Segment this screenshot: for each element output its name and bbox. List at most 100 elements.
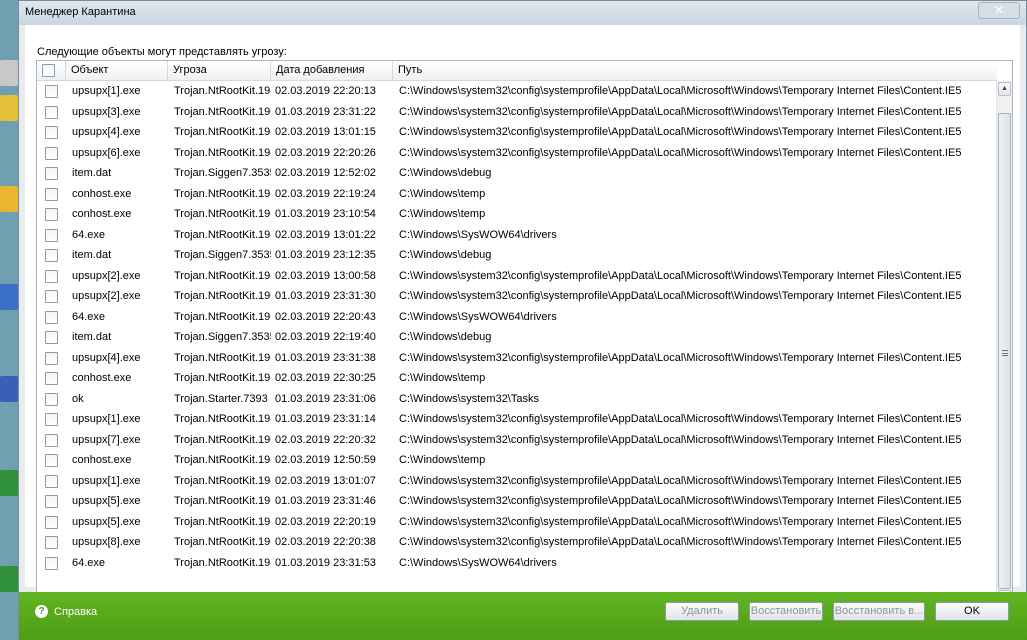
object-cell: upsupx[4].exe xyxy=(72,126,141,138)
row-checkbox[interactable] xyxy=(45,556,58,570)
path-cell: C:\Windows\SysWOW64\drivers xyxy=(399,310,557,323)
row-checkbox[interactable] xyxy=(45,228,58,242)
threat-cell: Trojan.NtRootKit.196 xyxy=(174,146,271,159)
table-row[interactable]: upsupx[7].exe Trojan.NtRootKit.196 02.03.2… xyxy=(37,430,997,451)
table-row[interactable]: conhost.exe Trojan.NtRootKit.196 02.03.201… xyxy=(37,184,997,205)
desktop-icon[interactable] xyxy=(0,470,18,496)
vertical-scrollbar[interactable]: ▲ ▼ xyxy=(996,81,1012,605)
row-checkbox[interactable] xyxy=(45,351,58,365)
row-checkbox[interactable] xyxy=(45,413,58,426)
desktop-icon[interactable] xyxy=(0,60,18,86)
table-row[interactable]: ok Trojan.Starter.7393 01.03.2019 23:31:06… xyxy=(37,389,997,410)
table-row[interactable]: upsupx[2].exe Trojan.NtRootKit.196 02.03.2… xyxy=(37,266,997,287)
threat-cell: Trojan.NtRootKit.196 xyxy=(174,228,271,241)
table-row[interactable]: 64.exe Trojan.NtRootKit.196 01.03.2019 23:… xyxy=(37,553,997,574)
table-row[interactable]: upsupx[5].exe Trojan.NtRootKit.196 01.03.2… xyxy=(37,491,997,512)
desktop-icon[interactable] xyxy=(0,284,18,310)
threat-cell: Trojan.NtRootKit.196 xyxy=(174,290,271,302)
desktop-icon[interactable] xyxy=(0,95,18,121)
row-checkbox-cell xyxy=(45,409,59,430)
table-row[interactable]: upsupx[4].exe Trojan.NtRootKit.196 01.03.2… xyxy=(37,348,997,369)
path-cell: C:\Windows\system32\config\systemprofile… xyxy=(399,515,962,528)
table-row[interactable]: 64.exe Trojan.NtRootKit.196 02.03.2019 13:… xyxy=(37,225,997,246)
threat-cell: Trojan.NtRootKit.196 xyxy=(174,454,271,466)
row-checkbox-cell xyxy=(45,430,59,451)
scroll-up-button[interactable]: ▲ xyxy=(998,82,1011,96)
desktop-icon[interactable] xyxy=(0,566,18,592)
table-row[interactable]: item.dat Trojan.Siggen7.3535 02.03.2019 22… xyxy=(37,327,997,348)
object-cell: upsupx[2].exe xyxy=(72,269,141,282)
threat-cell: Trojan.NtRootKit.196 xyxy=(174,351,271,364)
row-checkbox[interactable] xyxy=(45,331,58,344)
row-checkbox[interactable] xyxy=(45,85,58,98)
desktop-icon[interactable] xyxy=(0,376,18,402)
select-all-checkbox[interactable] xyxy=(42,64,55,77)
path-cell: C:\Windows\system32\config\systemprofile… xyxy=(399,146,962,159)
row-checkbox[interactable] xyxy=(45,495,58,508)
row-checkbox-cell xyxy=(45,143,59,164)
row-checkbox[interactable] xyxy=(45,146,58,160)
row-checkbox[interactable] xyxy=(45,249,58,262)
row-checkbox-cell xyxy=(45,327,59,348)
delete-button[interactable]: Удалить xyxy=(665,602,739,621)
object-cell: 64.exe xyxy=(72,228,106,241)
select-all-header xyxy=(37,61,66,81)
row-checkbox[interactable] xyxy=(45,208,58,221)
desktop-icon[interactable] xyxy=(0,186,18,212)
table-row[interactable]: conhost.exe Trojan.NtRootKit.196 02.03.201… xyxy=(37,450,997,471)
object-cell: upsupx[8].exe xyxy=(72,536,141,548)
path-cell: C:\Windows\temp xyxy=(399,372,486,384)
row-checkbox[interactable] xyxy=(45,474,58,488)
row-checkbox[interactable] xyxy=(45,105,58,119)
row-checkbox[interactable] xyxy=(45,269,58,283)
content-panel: Следующие объекты могут представлять угр… xyxy=(25,25,1020,606)
table-row[interactable]: upsupx[5].exe Trojan.NtRootKit.196 02.03.2… xyxy=(37,512,997,533)
row-checkbox[interactable] xyxy=(45,433,58,447)
table-row[interactable]: upsupx[6].exe Trojan.NtRootKit.196 02.03.2… xyxy=(37,143,997,164)
row-checkbox-cell xyxy=(45,307,59,328)
table-row[interactable]: conhost.exe Trojan.NtRootKit.196 02.03.201… xyxy=(37,368,997,389)
arrow-up-icon: ▲ xyxy=(1001,85,1008,92)
help-link[interactable]: Справка xyxy=(54,606,97,618)
table-row[interactable]: upsupx[1].exe Trojan.NtRootKit.196 02.03.2… xyxy=(37,471,997,492)
path-cell: C:\Windows\temp xyxy=(399,454,486,466)
path-cell: C:\Windows\SysWOW64\drivers xyxy=(399,556,557,569)
row-checkbox[interactable] xyxy=(45,536,58,549)
restore-button[interactable]: Восстановить xyxy=(749,602,823,621)
column-header-path[interactable]: Путь xyxy=(393,61,997,81)
table-row[interactable]: upsupx[4].exe Trojan.NtRootKit.196 02.03.2… xyxy=(37,122,997,143)
column-header-threat[interactable]: Угроза xyxy=(168,61,271,81)
row-checkbox[interactable] xyxy=(45,372,58,385)
row-checkbox[interactable] xyxy=(45,515,58,529)
table-row[interactable]: upsupx[2].exe Trojan.NtRootKit.196 01.03.2… xyxy=(37,286,997,307)
restore-to-button[interactable]: Восстановить в... xyxy=(833,602,925,621)
table-row[interactable]: upsupx[8].exe Trojan.NtRootKit.196 02.03.2… xyxy=(37,532,997,553)
column-header-date-added[interactable]: Дата добавления xyxy=(271,61,393,81)
title-bar[interactable]: Менеджер Карантина ✕ xyxy=(19,1,1026,25)
table-row[interactable]: 64.exe Trojan.NtRootKit.196 02.03.2019 22:… xyxy=(37,307,997,328)
table-row[interactable]: upsupx[1].exe Trojan.NtRootKit.196 01.03.2… xyxy=(37,409,997,430)
desktop-background xyxy=(0,0,20,640)
row-checkbox[interactable] xyxy=(45,392,58,406)
object-cell: upsupx[7].exe xyxy=(72,433,141,446)
row-checkbox[interactable] xyxy=(45,167,58,180)
table-row[interactable]: upsupx[1].exe Trojan.NtRootKit.196 02.03.2… xyxy=(37,81,997,102)
table-row[interactable]: conhost.exe Trojan.NtRootKit.196 01.03.201… xyxy=(37,204,997,225)
threat-cell: Trojan.NtRootKit.196 xyxy=(174,372,271,384)
column-header-object[interactable]: Объект xyxy=(66,61,168,81)
table-row[interactable]: upsupx[3].exe Trojan.NtRootKit.196 01.03.2… xyxy=(37,102,997,123)
row-checkbox[interactable] xyxy=(45,454,58,467)
row-checkbox[interactable] xyxy=(45,126,58,139)
row-checkbox[interactable] xyxy=(45,187,58,201)
row-checkbox[interactable] xyxy=(45,290,58,303)
table-row[interactable]: item.dat Trojan.Siggen7.3535 01.03.2019 23… xyxy=(37,245,997,266)
date-added-cell: 01.03.2019 23:31:22 xyxy=(275,105,376,118)
row-checkbox[interactable] xyxy=(45,310,58,324)
help-icon[interactable]: ? xyxy=(35,605,48,618)
close-button[interactable]: ✕ xyxy=(978,2,1020,19)
scrollbar-thumb[interactable] xyxy=(998,113,1011,589)
table-row[interactable]: item.dat Trojan.Siggen7.3535 02.03.2019 12… xyxy=(37,163,997,184)
object-cell: 64.exe xyxy=(72,556,106,569)
threats-subtitle: Следующие объекты могут представлять угр… xyxy=(37,46,287,58)
ok-button[interactable]: OK xyxy=(935,602,1009,621)
